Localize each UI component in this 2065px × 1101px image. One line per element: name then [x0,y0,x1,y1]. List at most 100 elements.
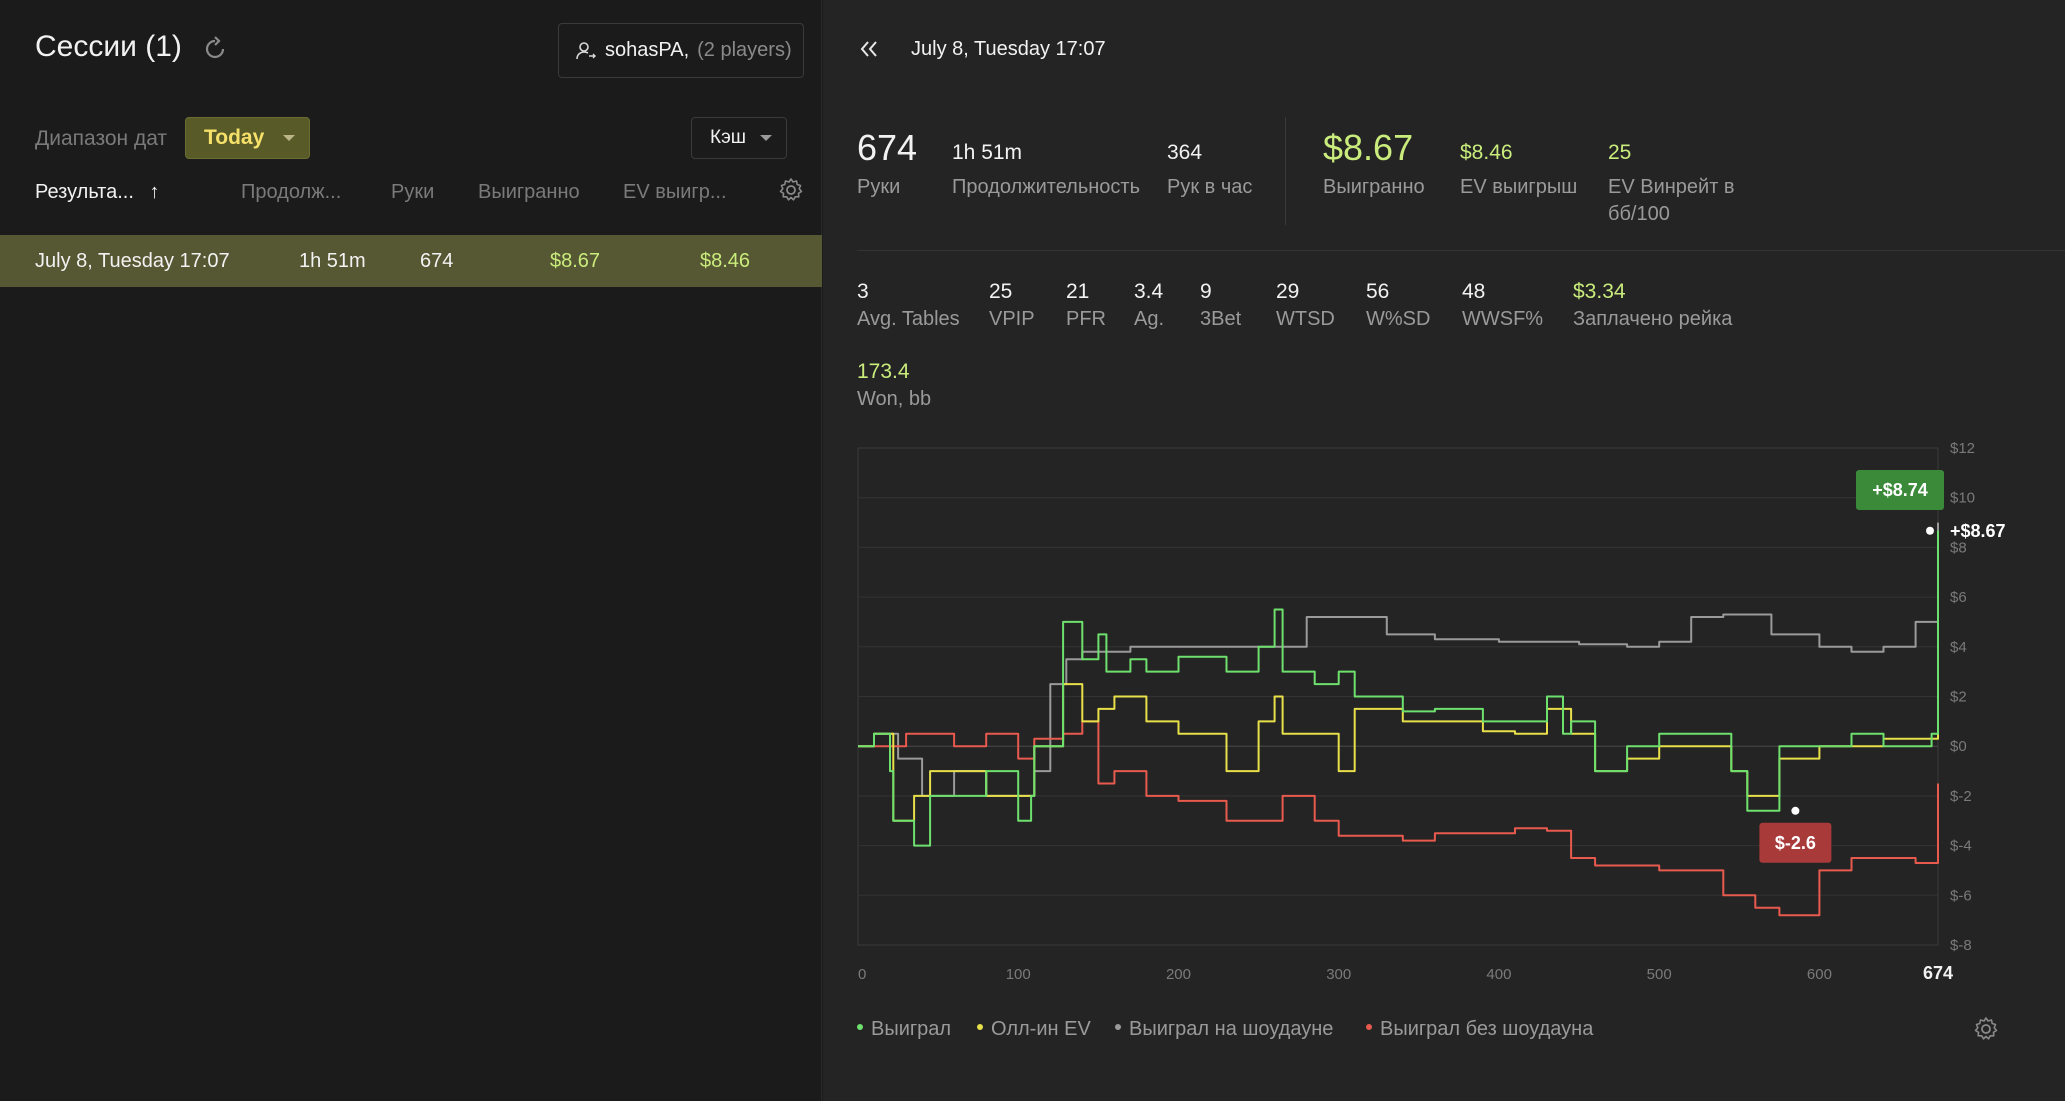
min-annotation-label: $-2.6 [1775,833,1816,853]
y-tick-label: $2 [1950,689,1967,706]
stat-ev-won-label: EV выигрыш [1460,176,1578,198]
series-non-showdown-line [858,720,1939,917]
legend-dot-won [857,1023,863,1030]
legend-dot-non-showdown [1366,1023,1372,1030]
y-tick-label: $6 [1950,589,1967,606]
date-range-value: Today [204,126,265,149]
stat-duration-value: 1h 51m [952,141,1023,164]
y-tick-label: $-8 [1950,937,1972,954]
row-date: July 8, Tuesday 17:07 [35,250,230,272]
stat-ev-won-value: $8.46 [1460,141,1513,164]
row-won: $8.67 [550,250,601,272]
date-range-dropdown[interactable]: Today [185,117,310,159]
user-switch-icon [576,41,596,59]
x-tick-label: 400 [1486,966,1511,983]
stat-wsd-label: W%SD [1366,308,1431,330]
y-tick-label: $10 [1950,490,1975,507]
stats-divider [1285,117,1286,225]
stat-pfr-label: PFR [1066,308,1106,330]
end-annotation-label: +$8.67 [1950,521,2006,541]
player-count: (2 players) [697,39,792,61]
column-header-ev[interactable]: EV выигр... [623,181,727,204]
series-won-line [858,530,1939,847]
row-ev: $8.46 [700,250,751,272]
game-type-dropdown[interactable]: Кэш [691,117,787,159]
stat-wtsd-label: WTSD [1276,308,1335,330]
row-duration: 1h 51m [299,250,366,272]
stat-avg-tables-label: Avg. Tables [857,308,960,330]
stat-ev-winrate-value: 25 [1608,141,1632,164]
x-tick-label: 674 [1923,963,1953,983]
y-tick-label: $12 [1950,440,1975,457]
stat-wtsd-value: 29 [1276,280,1300,303]
stat-hands-value: 674 [857,127,918,168]
legend-allin-ev[interactable]: Олл-ин EV [977,1018,1091,1041]
stat-won-label: Выигранно [1323,176,1425,198]
legend-dot-allin-ev [977,1023,983,1030]
gear-icon[interactable] [1973,1016,1999,1042]
double-chevron-left-icon[interactable] [857,37,881,61]
row-hands: 674 [420,250,454,272]
end-point-marker [1926,526,1934,535]
stat-ag-value: 3.4 [1134,280,1164,303]
y-tick-label: $-6 [1950,887,1972,904]
stat-ag-label: Ag. [1134,308,1165,330]
stat-hands-per-hour-label: Рук в час [1167,176,1253,198]
player-selector-button[interactable]: sohasPA, (2 players) [558,23,804,78]
stat-vpip-label: VPIP [989,308,1035,330]
x-tick-label: 500 [1647,966,1672,983]
legend-dot-showdown [1115,1023,1121,1030]
legend-showdown[interactable]: Выиграл на шоудауне [1115,1018,1333,1041]
stat-wsd-value: 56 [1366,280,1390,303]
x-tick-label: 0 [858,966,866,983]
session-detail-panel: July 8, Tuesday 17:07 674 Руки 1h 51m Пр… [823,0,2065,1101]
stat-pfr-value: 21 [1066,280,1090,303]
sessions-panel: Сессии (1) sohasPA, (2 players) Диапазон… [0,0,822,1101]
stat-rake-label: Заплачено рейка [1573,308,1733,330]
y-tick-label: $0 [1950,738,1967,755]
stat-wwsf-value: 48 [1462,280,1486,303]
column-header-duration[interactable]: Продолж... [241,181,341,204]
legend-won[interactable]: Выиграл [857,1018,951,1041]
date-range-label: Диапазон дат [35,127,168,150]
stat-duration-label: Продолжительность [952,176,1140,198]
stat-hands-label: Руки [857,176,901,198]
column-header-hands[interactable]: Руки [391,181,434,204]
y-tick-label: $-4 [1950,838,1972,855]
stat-won-bb-value: 173.4 [857,360,910,383]
stat-ev-winrate-label-2: бб/100 [1608,203,1670,225]
stat-won-value: $8.67 [1323,127,1414,168]
x-tick-label: 600 [1807,966,1832,983]
x-tick-label: 100 [1006,966,1031,983]
legend-non-showdown[interactable]: Выиграл без шоудауна [1366,1018,1593,1041]
column-header-result[interactable]: Результа... ↑ [35,181,159,204]
gear-icon[interactable] [778,177,804,203]
stat-vpip-value: 25 [989,280,1013,303]
stat-avg-tables-value: 3 [857,280,869,303]
profit-chart[interactable]: $12 $10 $8 $6 $4 $2 $0 $-2 $-4 $-6 $-8 0 100 200 300 40… [823,430,2065,1010]
stat-rake-value: $3.34 [1573,280,1626,303]
stat-won-bb-label: Won, bb [857,388,932,410]
stat-ev-winrate-label: EV Винрейт в [1608,176,1735,198]
stat-3bet-label: 3Bet [1200,308,1242,330]
series-allin-ev-line [858,536,1939,822]
series-showdown-line [858,522,1939,797]
x-tick-label: 200 [1166,966,1191,983]
sort-arrow-icon: ↑ [149,181,160,203]
refresh-icon[interactable] [200,34,230,64]
min-point-marker [1791,806,1800,815]
game-type-value: Кэш [710,127,747,148]
stat-wwsf-label: WWSF% [1462,308,1544,330]
chevron-down-icon [760,135,772,141]
player-name: sohasPA, [605,39,690,61]
stat-3bet-value: 9 [1200,280,1212,303]
session-title: July 8, Tuesday 17:07 [911,38,1106,60]
y-tick-label: $-2 [1950,788,1972,805]
y-tick-label: $4 [1950,639,1967,656]
x-tick-label: 300 [1326,966,1351,983]
chevron-down-icon [283,135,295,141]
max-annotation-label: +$8.74 [1872,480,1928,500]
y-tick-label: $8 [1950,539,1967,556]
stat-hands-per-hour-value: 364 [1167,141,1203,164]
column-header-won[interactable]: Выигранно [478,181,580,204]
